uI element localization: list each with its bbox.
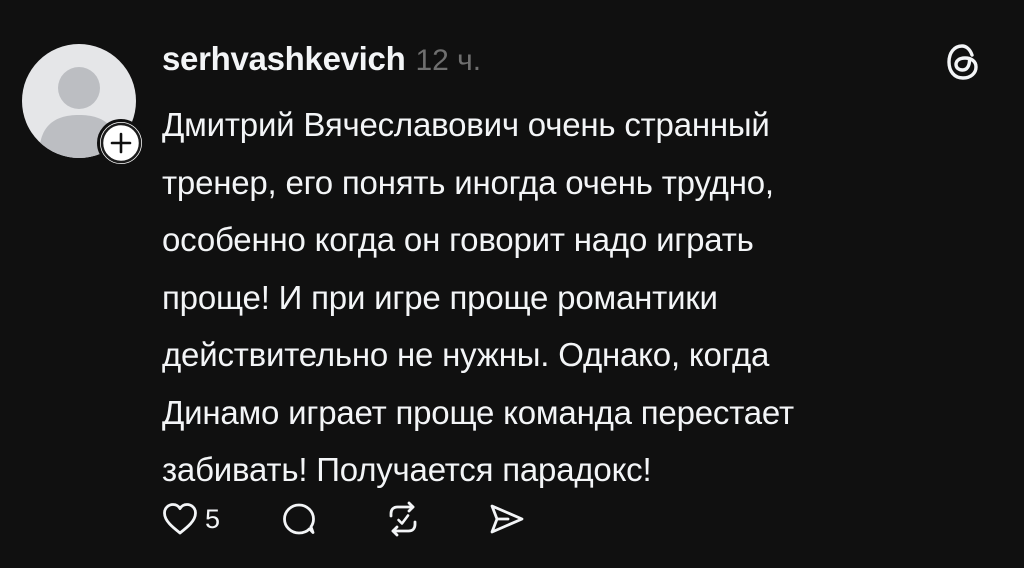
repost-icon xyxy=(389,501,417,537)
post-text: Дмитрий Вячеславович очень странный трен… xyxy=(162,106,794,488)
repost-button[interactable] xyxy=(382,498,424,540)
thread-post: serhvashkevich 12 ч. Дмитрий Вячеславови… xyxy=(0,0,1024,568)
heart-icon xyxy=(163,503,197,535)
threads-logo-icon xyxy=(943,40,983,84)
share-button[interactable] xyxy=(486,498,528,540)
post-timestamp: 12 ч. xyxy=(415,44,482,77)
plus-icon xyxy=(100,122,142,164)
post-actions: 5 xyxy=(160,494,528,544)
post-header: serhvashkevich 12 ч. xyxy=(162,40,481,84)
comment-button[interactable] xyxy=(278,498,320,540)
like-count: 5 xyxy=(205,503,221,534)
like-button[interactable]: 5 xyxy=(160,499,220,539)
send-icon xyxy=(490,504,524,534)
username-link[interactable]: serhvashkevich xyxy=(162,40,406,78)
comment-icon xyxy=(283,503,315,535)
follow-button[interactable] xyxy=(97,119,145,167)
